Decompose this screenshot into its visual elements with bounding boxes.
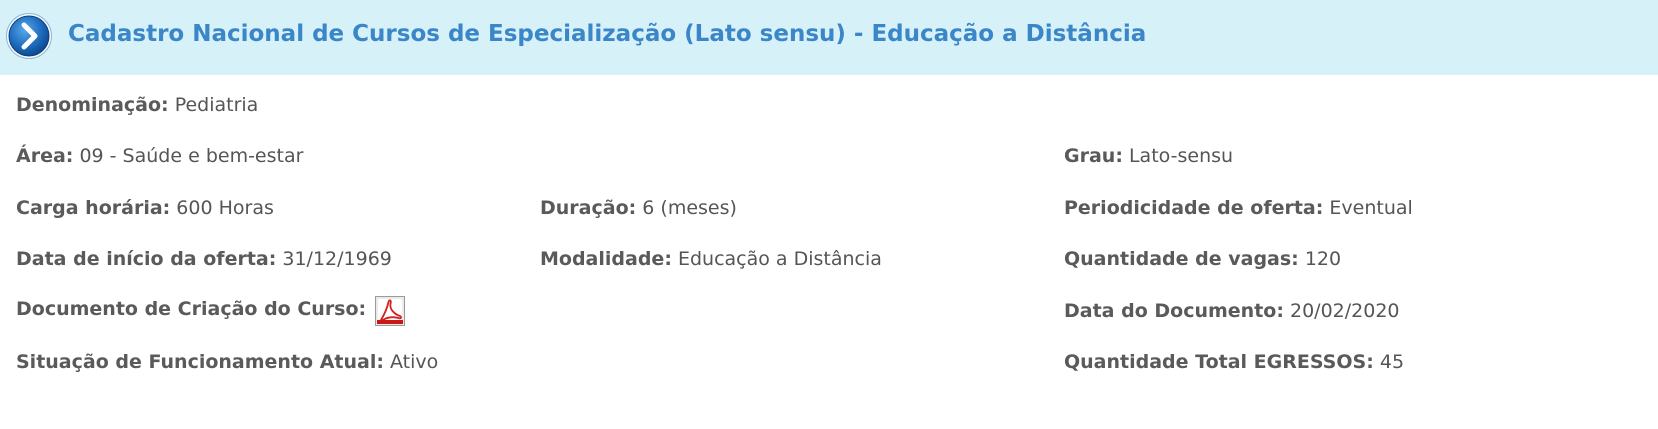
field-label: Data de início da oferta: <box>16 248 277 270</box>
field-value: 45 <box>1379 351 1405 373</box>
field-total-egressos: Quantidade Total EGRESSOS: 45 <box>1064 350 1404 374</box>
field-denominacao: Denominação: Pediatria <box>16 93 258 117</box>
field-value: 20/02/2020 <box>1290 300 1400 322</box>
page-title: Cadastro Nacional de Cursos de Especiali… <box>68 21 1147 47</box>
field-value: 6 (meses) <box>642 197 737 219</box>
field-label: Carga horária: <box>16 197 171 219</box>
field-label: Modalidade: <box>540 248 672 270</box>
field-label: Quantidade de vagas: <box>1064 248 1299 270</box>
field-label: Duração: <box>540 197 637 219</box>
field-data-inicio: Data de início da oferta: 31/12/1969 <box>16 247 392 271</box>
field-value: Lato-sensu <box>1128 145 1234 167</box>
field-value: Pediatria <box>174 94 259 116</box>
field-documento-criacao: Documento de Criação do Curso: <box>16 297 366 321</box>
field-data-documento: Data do Documento: 20/02/2020 <box>1064 299 1400 323</box>
chevron-right-circle-icon <box>6 13 52 59</box>
field-value: 600 Horas <box>176 197 274 219</box>
field-grau: Grau: Lato-sensu <box>1064 144 1233 168</box>
page-header: Cadastro Nacional de Cursos de Especiali… <box>0 0 1658 75</box>
field-situacao: Situação de Funcionamento Atual: Ativo <box>16 350 438 374</box>
field-carga-horaria: Carga horária: 600 Horas <box>16 196 274 220</box>
field-label: Periodicidade de oferta: <box>1064 197 1324 219</box>
field-label: Área: <box>16 145 74 167</box>
field-value: Eventual <box>1329 197 1413 219</box>
field-label: Data do Documento: <box>1064 300 1284 322</box>
pdf-icon[interactable] <box>374 295 406 327</box>
field-value: Ativo <box>390 351 439 373</box>
field-label: Grau: <box>1064 145 1123 167</box>
field-area: Área: 09 - Saúde e bem-estar <box>16 144 303 168</box>
field-label: Situação de Funcionamento Atual: <box>16 351 384 373</box>
field-label: Quantidade Total EGRESSOS: <box>1064 351 1374 373</box>
field-value: 09 - Saúde e bem-estar <box>79 145 304 167</box>
field-label: Documento de Criação do Curso: <box>16 298 367 320</box>
field-periodicidade: Periodicidade de oferta: Eventual <box>1064 196 1413 220</box>
field-label: Denominação: <box>16 94 169 116</box>
field-modalidade: Modalidade: Educação a Distância <box>540 247 882 271</box>
field-value: 31/12/1969 <box>282 248 392 270</box>
field-quantidade-vagas: Quantidade de vagas: 120 <box>1064 247 1341 271</box>
field-value: Educação a Distância <box>677 248 882 270</box>
field-duracao: Duração: 6 (meses) <box>540 196 737 220</box>
field-value: 120 <box>1304 248 1342 270</box>
